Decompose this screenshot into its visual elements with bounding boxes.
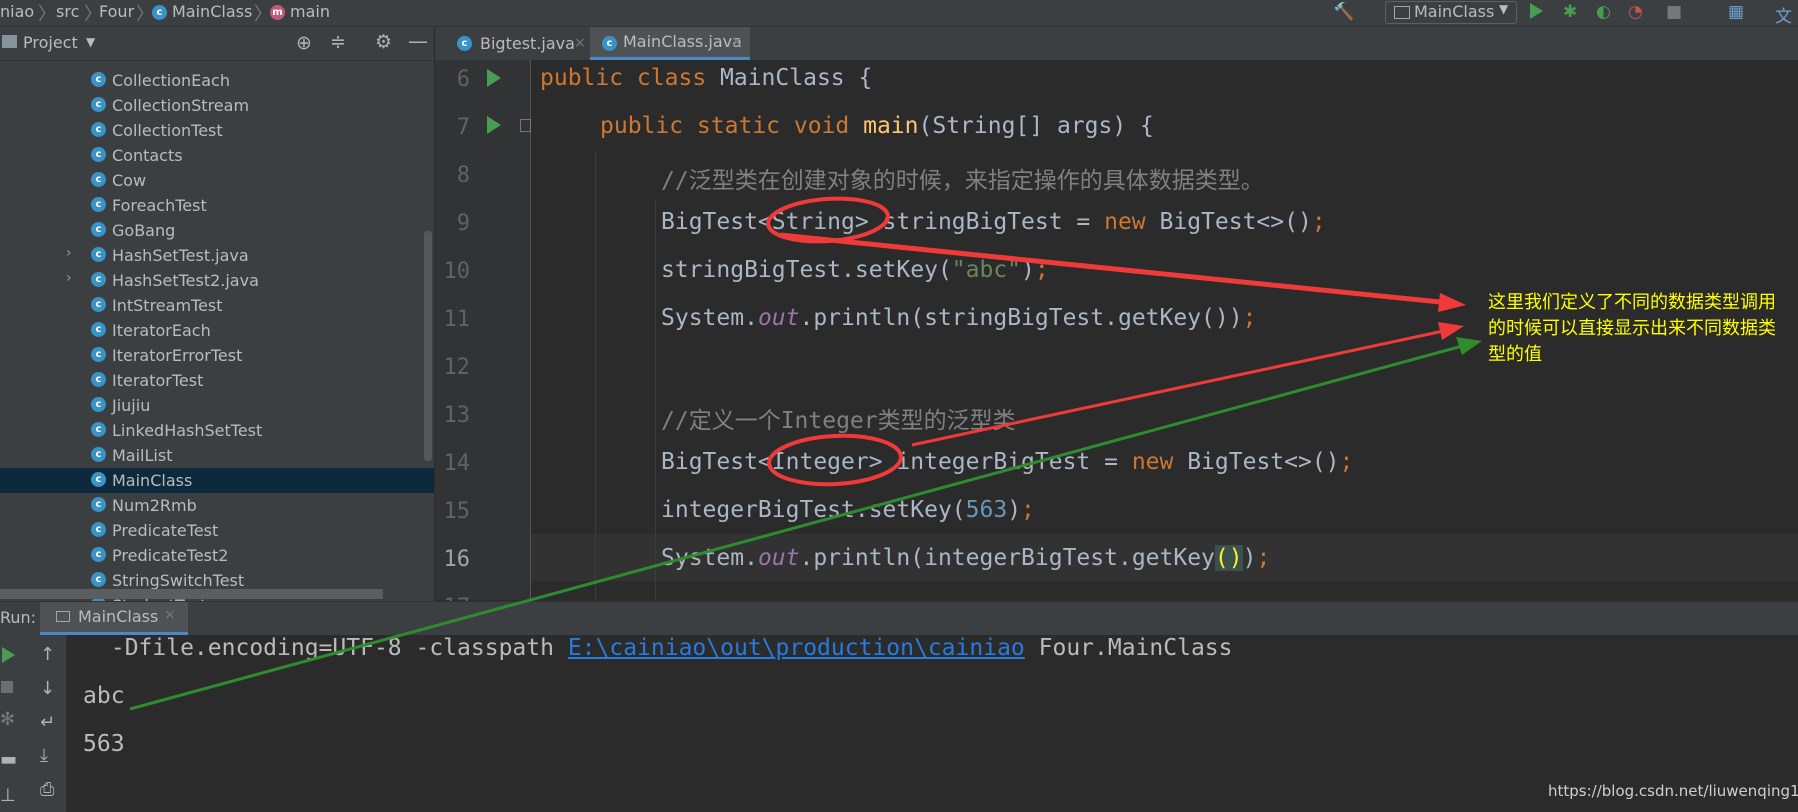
highlight-circle-integer <box>767 433 903 487</box>
annotation-arrow <box>911 328 1449 447</box>
arrowhead <box>1438 293 1466 312</box>
arrowhead <box>1438 322 1464 340</box>
annotation-arrow <box>779 232 1451 306</box>
arrowhead <box>1456 337 1482 355</box>
annotation-note: 这里我们定义了不同的数据类型调用的时候可以直接显示出来不同数据类型的值 <box>1488 292 1776 365</box>
annotation-arrow <box>129 343 1467 711</box>
watermark: https://blog.csdn.net/liuwenqing11 <box>1548 782 1798 800</box>
annotation-overlay <box>129 196 1482 711</box>
